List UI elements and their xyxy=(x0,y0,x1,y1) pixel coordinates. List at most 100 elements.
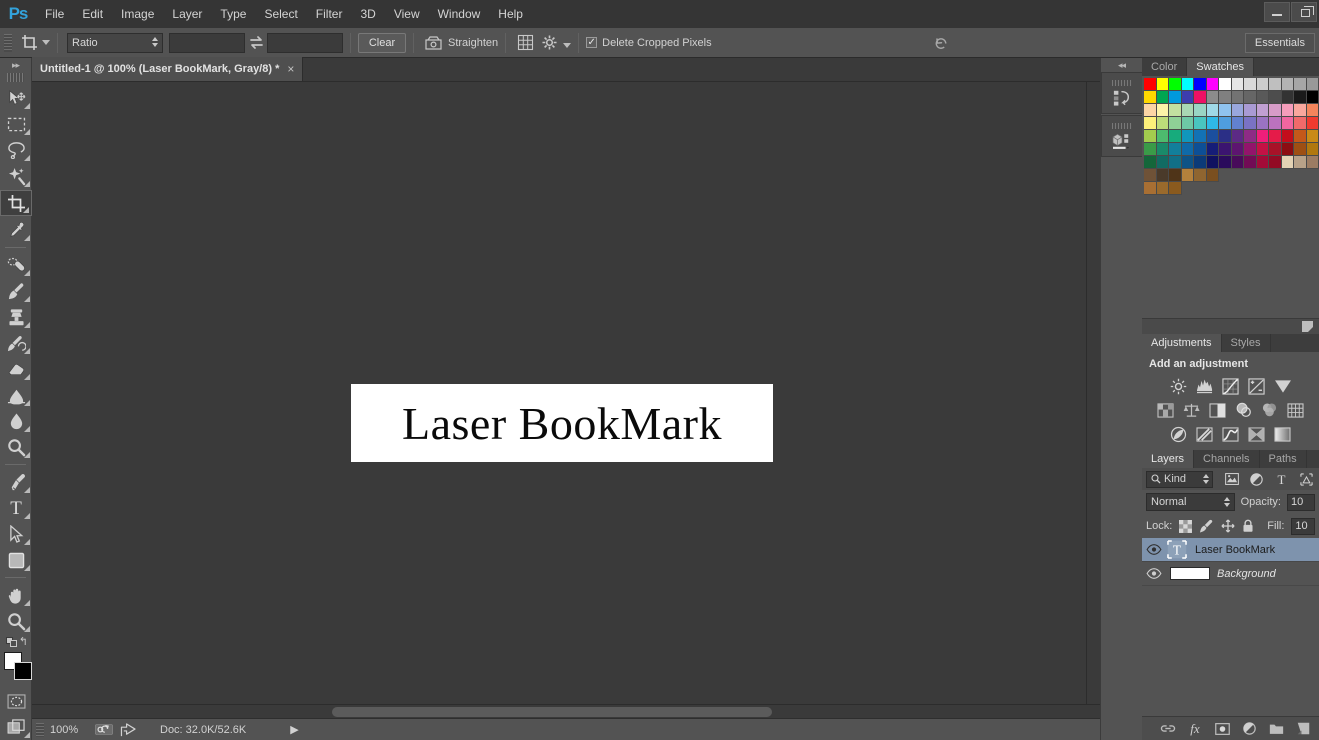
posterize-icon[interactable] xyxy=(1195,424,1215,444)
lock-image-icon[interactable] xyxy=(1199,518,1214,535)
color-swatch[interactable] xyxy=(1219,104,1232,117)
adjustment-layer-filter-icon[interactable] xyxy=(1248,471,1265,488)
color-swatch[interactable] xyxy=(1219,91,1232,104)
color-swatch[interactable] xyxy=(1294,156,1307,169)
threshold-icon[interactable] xyxy=(1221,424,1241,444)
tab-adjustments[interactable]: Adjustments xyxy=(1142,334,1222,352)
color-swatch[interactable] xyxy=(1219,117,1232,130)
menu-select[interactable]: Select xyxy=(255,0,306,28)
collapse-double-arrow-icon[interactable]: ◂◂ xyxy=(1101,58,1142,72)
crop-width-field[interactable] xyxy=(169,33,245,53)
menu-view[interactable]: View xyxy=(385,0,429,28)
color-swatch[interactable] xyxy=(1307,156,1319,169)
color-swatch[interactable] xyxy=(1144,143,1157,156)
color-swatch[interactable] xyxy=(1294,117,1307,130)
color-swatch[interactable] xyxy=(1169,117,1182,130)
color-swatch[interactable] xyxy=(1169,78,1182,91)
color-swatch[interactable] xyxy=(1282,156,1295,169)
layers-list-empty-area[interactable] xyxy=(1142,586,1319,682)
quick-selection-tool[interactable] xyxy=(0,163,32,189)
swap-arrows-icon[interactable] xyxy=(245,33,267,53)
add-mask-icon[interactable] xyxy=(1214,721,1230,737)
hue-saturation-icon[interactable] xyxy=(1156,400,1176,420)
color-swatch[interactable] xyxy=(1282,130,1295,143)
menu-window[interactable]: Window xyxy=(429,0,490,28)
color-swatch[interactable] xyxy=(1244,78,1257,91)
color-swatch[interactable] xyxy=(1257,104,1270,117)
vibrance-icon[interactable] xyxy=(1273,376,1293,396)
tab-channels[interactable]: Channels xyxy=(1194,450,1259,468)
color-swatch[interactable] xyxy=(1207,91,1220,104)
color-swatch[interactable] xyxy=(1257,91,1270,104)
white-thumbnail[interactable] xyxy=(1170,567,1210,580)
lock-transparency-icon[interactable] xyxy=(1179,518,1192,535)
color-swatch[interactable] xyxy=(1282,91,1295,104)
eraser-tool[interactable] xyxy=(0,356,32,382)
horizontal-scrollbar[interactable] xyxy=(32,704,1100,718)
color-swatch[interactable] xyxy=(1194,156,1207,169)
color-swatch[interactable] xyxy=(1144,130,1157,143)
photo-filter-icon[interactable] xyxy=(1234,400,1254,420)
color-swatch[interactable] xyxy=(1269,117,1282,130)
status-expand-arrow-icon[interactable]: ▶ xyxy=(290,723,298,736)
properties-panel-icon[interactable] xyxy=(1101,115,1143,157)
crop-ratio-select[interactable]: Ratio xyxy=(67,33,163,53)
color-swatch[interactable] xyxy=(1194,169,1207,182)
default-colors-swap[interactable]: ↰ xyxy=(0,634,32,648)
color-swatch[interactable] xyxy=(1282,143,1295,156)
color-swatch[interactable] xyxy=(1232,143,1245,156)
color-swatch[interactable] xyxy=(1307,130,1319,143)
delete-cropped-pixels-checkbox[interactable]: Delete Cropped Pixels xyxy=(586,37,711,49)
menu-layer[interactable]: Layer xyxy=(163,0,211,28)
color-swatch[interactable] xyxy=(1269,91,1282,104)
color-swatch[interactable] xyxy=(1269,143,1282,156)
color-swatch[interactable] xyxy=(1182,156,1195,169)
blend-mode-select[interactable]: Normal xyxy=(1146,493,1235,511)
history-brush-tool[interactable] xyxy=(0,330,32,356)
horizontal-scrollbar-thumb[interactable] xyxy=(332,707,772,717)
table-row[interactable]: Background xyxy=(1142,562,1319,586)
color-swatch[interactable] xyxy=(1269,130,1282,143)
tab-styles[interactable]: Styles xyxy=(1222,334,1271,352)
text-layer-thumb-icon[interactable]: T xyxy=(1166,540,1188,560)
eyedropper-tool[interactable] xyxy=(0,217,32,243)
link-layers-icon[interactable] xyxy=(1160,721,1176,737)
dodge-tool[interactable] xyxy=(0,434,32,460)
lock-position-icon[interactable] xyxy=(1221,518,1235,535)
color-swatch[interactable] xyxy=(1257,156,1270,169)
collapse-double-arrow-icon[interactable]: ▸▸ xyxy=(0,58,31,72)
color-swatch[interactable] xyxy=(1307,143,1319,156)
color-swatch[interactable] xyxy=(1294,78,1307,91)
color-swatch[interactable] xyxy=(1244,91,1257,104)
color-swatch[interactable] xyxy=(1182,130,1195,143)
eye-icon[interactable] xyxy=(1142,538,1166,562)
menu-help[interactable]: Help xyxy=(489,0,532,28)
menu-filter[interactable]: Filter xyxy=(307,0,352,28)
color-swatch[interactable] xyxy=(1219,143,1232,156)
color-swatch[interactable] xyxy=(1257,130,1270,143)
straighten-icon[interactable] xyxy=(421,32,445,54)
grid-overlay-icon[interactable] xyxy=(513,32,537,54)
invert-icon[interactable] xyxy=(1169,424,1189,444)
quick-mask-toggle[interactable] xyxy=(0,688,32,714)
swatches-grid[interactable] xyxy=(1142,76,1319,318)
color-swatch[interactable] xyxy=(1244,156,1257,169)
color-swatch[interactable] xyxy=(1182,143,1195,156)
menu-3d[interactable]: 3D xyxy=(351,0,384,28)
lock-all-icon[interactable] xyxy=(1242,518,1254,535)
color-swatch[interactable] xyxy=(1169,156,1182,169)
marquee-tool[interactable] xyxy=(0,111,32,137)
color-swatch[interactable] xyxy=(1144,104,1157,117)
color-swatch[interactable] xyxy=(1157,91,1170,104)
color-swatch[interactable] xyxy=(1307,104,1319,117)
color-lookup-icon[interactable] xyxy=(1286,400,1306,420)
clone-stamp-tool[interactable] xyxy=(0,304,32,330)
levels-icon[interactable] xyxy=(1195,376,1215,396)
color-swatch[interactable] xyxy=(1257,143,1270,156)
color-swatch[interactable] xyxy=(1157,78,1170,91)
layer-filter-kind-select[interactable]: Kind xyxy=(1146,471,1213,488)
pixel-layer-filter-icon[interactable] xyxy=(1223,471,1240,488)
opacity-value[interactable]: 10 xyxy=(1287,494,1315,511)
gradient-map-icon[interactable] xyxy=(1273,424,1293,444)
color-swatch[interactable] xyxy=(1157,156,1170,169)
